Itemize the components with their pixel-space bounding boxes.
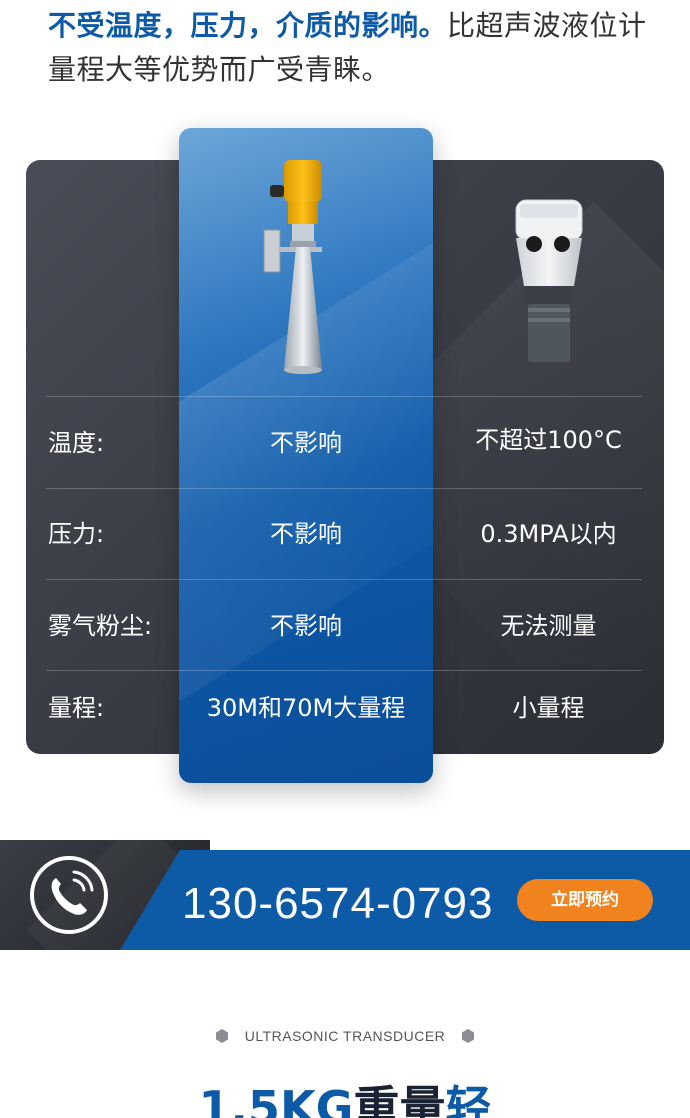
row-label-temperature: 温度: <box>48 429 105 457</box>
hexagon-icon <box>215 1029 228 1043</box>
radar-value-pressure: 不影响 <box>270 520 342 548</box>
row-label-pressure: 压力: <box>48 520 105 548</box>
ultrasonic-sensor-image <box>515 199 583 362</box>
ultrasonic-value-temperature: 不超过100°C <box>475 426 622 454</box>
hexagon-icon <box>462 1029 475 1043</box>
row-label-fog-dust: 雾气粉尘: <box>48 612 153 640</box>
radar-value-range: 30M和70M大量程 <box>206 694 406 722</box>
row-divider <box>46 670 642 671</box>
phone-icon <box>30 856 108 934</box>
row-label-range: 量程: <box>48 694 105 722</box>
section-title-dark: 重量 <box>353 1081 446 1118</box>
ultrasonic-value-pressure: 0.3MPA以内 <box>480 520 617 548</box>
intro-text: 不受温度，压力，介质的影响。比超声波液位计量程大等优势而广受青睐。 <box>48 4 668 92</box>
row-divider <box>46 579 642 580</box>
radar-sensor-image <box>263 160 322 374</box>
book-now-button[interactable]: 立即预约 <box>517 879 653 921</box>
intro-highlight: 不受温度，压力，介质的影响。 <box>48 9 448 42</box>
contact-bar: 130-6574-0793 立即预约 <box>0 840 690 950</box>
row-divider <box>46 396 642 397</box>
section-title: 1.5KG重量轻 <box>0 1078 690 1118</box>
ultrasonic-value-range: 小量程 <box>512 694 585 722</box>
ultrasonic-value-fog-dust: 无法测量 <box>500 612 597 640</box>
section-title-accent: 轻 <box>445 1081 492 1118</box>
section-subtitle-row: ULTRASONIC TRANSDUCER <box>0 1024 690 1048</box>
radar-value-temperature: 不影响 <box>270 429 342 457</box>
section-subtitle: ULTRASONIC TRANSDUCER <box>244 1028 446 1044</box>
radar-value-fog-dust: 不影响 <box>270 612 342 640</box>
section-title-weight: 1.5KG <box>198 1081 354 1118</box>
phone-number[interactable]: 130-6574-0793 <box>182 876 493 932</box>
row-divider <box>46 488 642 489</box>
